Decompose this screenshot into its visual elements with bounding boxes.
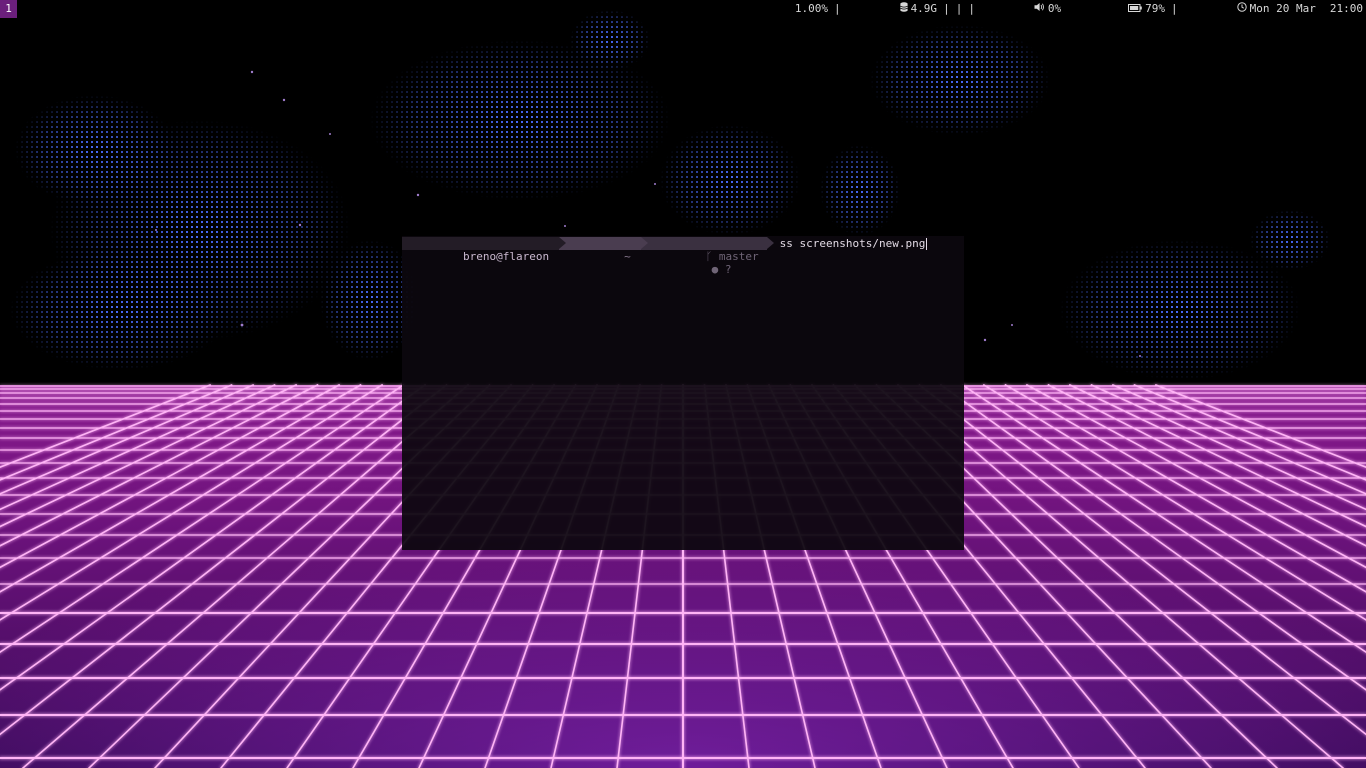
prompt-user-host: breno@flareon xyxy=(402,237,567,263)
disk-usage: 4.9G xyxy=(910,2,938,15)
git-status-text: ● ? xyxy=(711,263,732,276)
speaker-icon xyxy=(981,0,1045,36)
command-input[interactable]: ss screenshots/new.png xyxy=(780,237,926,250)
branch-icon: ᚴ xyxy=(705,250,719,263)
prompt-line: breno@flareon ~ ᚴ master ● ? ss screensh… xyxy=(402,237,928,276)
user-host-text: breno@flareon xyxy=(462,250,550,263)
powerline-separator xyxy=(640,237,648,249)
separator: | xyxy=(1171,2,1178,15)
directory-text: ~ xyxy=(624,250,631,263)
separator: | xyxy=(943,2,950,15)
database-icon xyxy=(847,0,908,36)
powerline-separator xyxy=(559,237,567,249)
time-label: 21:00 xyxy=(1329,2,1363,15)
battery-level: 79% xyxy=(1145,2,1166,15)
prompt-directory: ~ xyxy=(559,237,648,263)
prompt-git: ᚴ master ● ? xyxy=(640,237,774,276)
powerline-separator xyxy=(766,237,774,249)
status-area: 1.00% | 4.9G | | | 0% 79% | Mon 20 Mar 2… xyxy=(795,0,1363,18)
terminal-window[interactable]: breno@flareon ~ ᚴ master ● ? ss screensh… xyxy=(402,236,964,550)
separator: | xyxy=(955,2,963,15)
text-cursor xyxy=(926,237,928,250)
workspace-1-button[interactable]: 1 xyxy=(0,0,17,18)
clock-icon xyxy=(1184,0,1247,36)
volume-level: 0% xyxy=(1047,2,1062,15)
battery-icon xyxy=(1075,0,1142,36)
date-label: Mon 20 Mar xyxy=(1249,2,1316,15)
top-bar: 1 1.00% | 4.9G | | | 0% 79% | Mon 20 Mar… xyxy=(0,0,1366,18)
cpu-usage: 1.00% xyxy=(794,2,828,15)
separator: | xyxy=(968,2,975,15)
desktop: 1 1.00% | 4.9G | | | 0% 79% | Mon 20 Mar… xyxy=(0,0,1366,768)
git-branch-text: master xyxy=(718,250,759,263)
separator: | xyxy=(833,2,841,15)
